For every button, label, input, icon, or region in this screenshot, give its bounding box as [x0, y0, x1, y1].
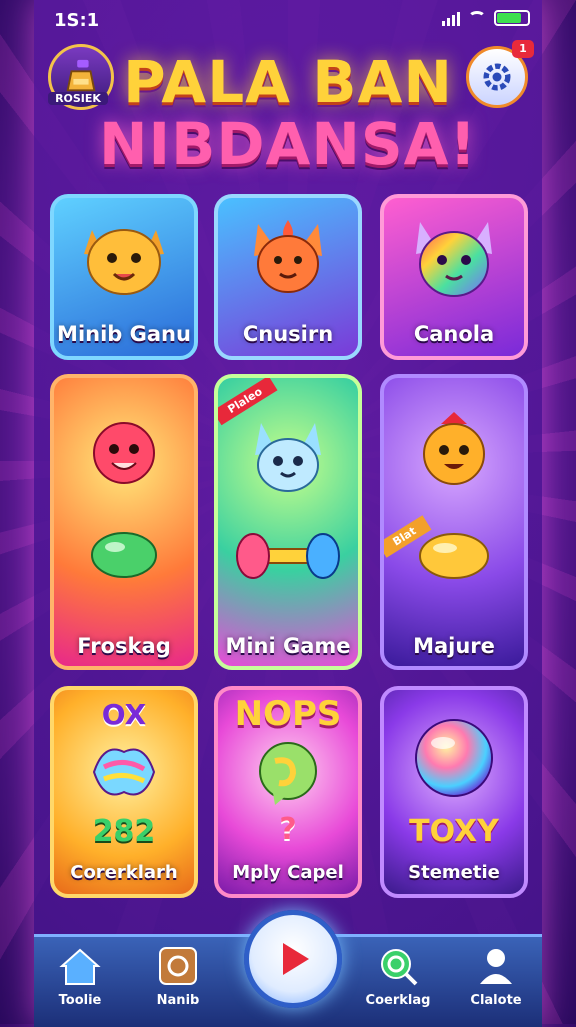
candy-icon — [92, 748, 156, 796]
game-card-1[interactable]: Minib Ganu — [50, 194, 198, 360]
game-title-line2: NIBDANSA! — [98, 110, 477, 178]
gold-candy-icon — [419, 533, 489, 579]
game-card-8[interactable]: NOPS ? Mply Capel — [214, 686, 362, 898]
cat-icon — [84, 229, 164, 295]
play-icon — [283, 943, 309, 975]
status-bar: 1S:1 — [34, 0, 542, 40]
battery-icon — [494, 10, 530, 26]
game-card-label: Majure — [413, 634, 495, 658]
nav-puzzle[interactable]: Nanib — [138, 943, 218, 1008]
nav-label: Clalote — [470, 993, 522, 1008]
game-card-4[interactable]: Froskag — [50, 374, 198, 670]
rainbow-cat-icon — [416, 222, 492, 297]
gear-icon — [483, 63, 511, 91]
orb-icon — [415, 719, 493, 797]
game-card-label: Corerklarh — [70, 862, 178, 883]
nav-search[interactable]: Coerklag — [358, 943, 438, 1008]
game-card-label: Minib Ganu — [57, 322, 191, 346]
status-time: 1S:1 — [54, 10, 100, 31]
game-card-7[interactable]: OX 282 Corerklarh — [50, 686, 198, 898]
nav-home[interactable]: Toolie — [40, 943, 120, 1008]
signal-icon — [442, 10, 460, 26]
green-candy-icon — [91, 532, 157, 578]
bunny-icon — [255, 423, 321, 492]
game-card-2[interactable]: Cnusirn — [214, 194, 362, 360]
game-screen: 1S:1 ROSIEK PALA BAN NIBDANSA! 1 Minib G… — [34, 0, 542, 1024]
card-mid-text: 282 — [92, 814, 156, 849]
status-icons — [442, 10, 530, 26]
game-card-label: Stemetie — [408, 862, 500, 883]
leaf-bubble-icon — [259, 742, 317, 805]
search-icon — [375, 943, 421, 989]
notification-badge: 1 — [512, 40, 534, 58]
dumbbell-candy-icon — [236, 533, 340, 579]
nav-profile[interactable]: Clalote — [456, 943, 536, 1008]
game-card-label: Canola — [413, 322, 495, 346]
card-top-text: OX — [101, 698, 147, 731]
game-card-label: Cnusirn — [242, 322, 334, 346]
game-card-label: Mply Capel — [232, 862, 344, 883]
nav-label: Toolie — [58, 993, 102, 1008]
game-card-3[interactable]: Canola — [380, 194, 528, 360]
user-icon — [473, 943, 519, 989]
wifi-icon — [468, 11, 486, 25]
puzzle-icon — [155, 943, 201, 989]
card-mid-text: TOXY — [409, 814, 499, 849]
card-top-text: NOPS — [234, 694, 342, 734]
card-mid-text: ? — [279, 812, 297, 847]
game-card-6[interactable]: Blat Majure — [380, 374, 528, 670]
game-card-9[interactable]: TOXY Stemetie — [380, 686, 528, 898]
orange-blob-icon — [423, 412, 485, 485]
fox-icon — [254, 220, 322, 293]
play-button[interactable] — [244, 910, 342, 1008]
nav-label: Coerklag — [365, 993, 431, 1008]
pink-blob-icon — [93, 422, 155, 484]
nav-label: Nanib — [156, 993, 200, 1008]
game-card-label: Froskag — [77, 634, 171, 658]
home-icon — [57, 943, 103, 989]
game-card-label: Mini Game — [225, 634, 351, 658]
game-card-5[interactable]: Plaleo Mini Game — [214, 374, 362, 670]
